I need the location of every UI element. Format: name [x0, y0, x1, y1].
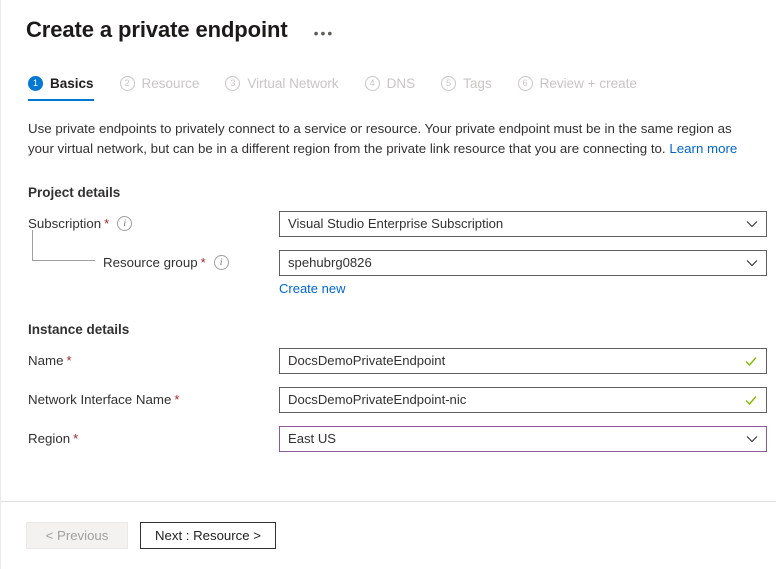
- name-label: Name *: [28, 353, 279, 368]
- tab-label: Tags: [463, 76, 492, 91]
- label-text: Region: [28, 431, 70, 446]
- region-value: East US: [288, 431, 746, 446]
- resource-group-label: Resource group * i: [28, 255, 279, 270]
- label-text: Subscription: [28, 216, 101, 231]
- instance-details-heading: Instance details: [28, 322, 776, 337]
- tab-number-badge: 2: [120, 76, 135, 91]
- info-icon[interactable]: i: [117, 216, 132, 231]
- required-asterisk: *: [73, 431, 78, 446]
- tab-tags[interactable]: 5 Tags: [441, 71, 492, 101]
- create-private-endpoint-blade: Create a private endpoint ••• 1 Basics 2…: [0, 0, 776, 569]
- region-dropdown[interactable]: East US: [279, 426, 767, 452]
- field-name: Name * DocsDemoPrivateEndpoint: [28, 345, 776, 376]
- tab-number-badge: 4: [365, 76, 380, 91]
- network-interface-name-value: DocsDemoPrivateEndpoint-nic: [288, 392, 744, 407]
- resource-group-dropdown[interactable]: spehubrg0826: [279, 250, 767, 276]
- valid-check-icon: [744, 393, 758, 407]
- tab-dns[interactable]: 4 DNS: [365, 71, 416, 101]
- subscription-label: Subscription * i: [28, 216, 279, 231]
- project-details-heading: Project details: [28, 185, 776, 200]
- name-value: DocsDemoPrivateEndpoint: [288, 353, 744, 368]
- tab-number-badge: 1: [28, 76, 43, 91]
- label-text: Name: [28, 353, 63, 368]
- next-resource-button[interactable]: Next : Resource >: [140, 522, 276, 549]
- field-subscription: Subscription * i Visual Studio Enterpris…: [28, 208, 776, 239]
- field-region: Region * East US: [28, 423, 776, 454]
- required-asterisk: *: [174, 392, 179, 407]
- subscription-dropdown[interactable]: Visual Studio Enterprise Subscription: [279, 211, 767, 237]
- wizard-tabs: 1 Basics 2 Resource 3 Virtual Network 4 …: [1, 71, 776, 101]
- tab-number-badge: 6: [518, 76, 533, 91]
- name-input[interactable]: DocsDemoPrivateEndpoint: [279, 348, 767, 374]
- resource-group-value: spehubrg0826: [288, 255, 746, 270]
- spacer: [28, 281, 279, 296]
- info-icon[interactable]: i: [214, 255, 229, 270]
- tab-resource[interactable]: 2 Resource: [120, 71, 200, 101]
- tab-number-badge: 5: [441, 76, 456, 91]
- chevron-down-icon: [746, 257, 758, 269]
- required-asterisk: *: [66, 353, 71, 368]
- form-area: Project details Subscription * i Visual …: [1, 159, 776, 501]
- description-text: Use private endpoints to privately conne…: [28, 121, 732, 156]
- tab-review-create[interactable]: 6 Review + create: [518, 71, 637, 101]
- learn-more-link[interactable]: Learn more: [669, 141, 737, 156]
- tab-number-badge: 3: [225, 76, 240, 91]
- network-interface-name-label: Network Interface Name *: [28, 392, 279, 407]
- blade-description: Use private endpoints to privately conne…: [1, 119, 776, 159]
- required-asterisk: *: [104, 216, 109, 231]
- tab-label: Virtual Network: [247, 76, 338, 91]
- blade-footer: < Previous Next : Resource >: [1, 501, 776, 569]
- more-options-icon[interactable]: •••: [310, 26, 339, 40]
- network-interface-name-input[interactable]: DocsDemoPrivateEndpoint-nic: [279, 387, 767, 413]
- label-text: Resource group: [103, 255, 198, 270]
- chevron-down-icon: [746, 218, 758, 230]
- chevron-down-icon: [746, 433, 758, 445]
- required-asterisk: *: [201, 255, 206, 270]
- region-label: Region *: [28, 431, 279, 446]
- tab-label: DNS: [387, 76, 416, 91]
- field-network-interface-name: Network Interface Name * DocsDemoPrivate…: [28, 384, 776, 415]
- tab-label: Resource: [142, 76, 200, 91]
- previous-button[interactable]: < Previous: [26, 522, 128, 549]
- valid-check-icon: [744, 354, 758, 368]
- label-text: Network Interface Name: [28, 392, 171, 407]
- tab-label: Review + create: [540, 76, 637, 91]
- field-resource-group: Resource group * i spehubrg0826: [28, 247, 776, 278]
- tab-label: Basics: [50, 76, 94, 91]
- blade-header: Create a private endpoint •••: [1, 0, 776, 44]
- resource-group-actions: Create new: [28, 281, 776, 296]
- tab-basics[interactable]: 1 Basics: [28, 71, 94, 101]
- subscription-value: Visual Studio Enterprise Subscription: [288, 216, 746, 231]
- page-title: Create a private endpoint: [26, 16, 288, 44]
- create-new-resource-group-link[interactable]: Create new: [279, 281, 345, 296]
- tab-virtual-network[interactable]: 3 Virtual Network: [225, 71, 338, 101]
